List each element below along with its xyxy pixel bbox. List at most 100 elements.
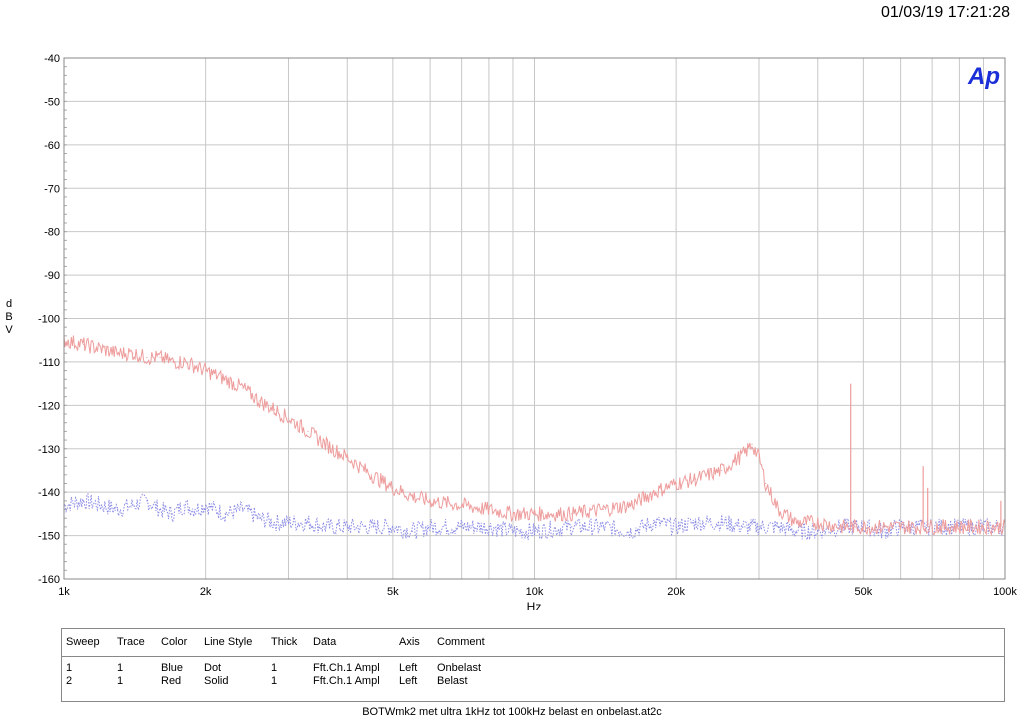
y-tick-label: -60	[44, 140, 60, 152]
data-point-onbelast	[205, 504, 207, 506]
data-point-onbelast	[744, 526, 746, 528]
legend-cell: 1	[117, 675, 124, 687]
data-point-belast	[205, 370, 207, 372]
data-point-onbelast	[488, 526, 490, 528]
data-point-onbelast	[183, 504, 185, 506]
legend-cell: 1	[271, 675, 278, 687]
data-point-onbelast	[258, 517, 260, 519]
x-axis-label: Hz	[527, 600, 542, 610]
y-tick-label: -160	[38, 574, 60, 586]
data-point-belast	[721, 469, 723, 472]
data-point-belast	[900, 526, 902, 528]
data-point-onbelast	[194, 508, 196, 511]
data-point-onbelast	[817, 530, 819, 532]
y-axis-label-letter: d	[5, 298, 13, 310]
y-axis-label-letter: B	[5, 311, 13, 323]
data-point-belast	[171, 361, 174, 363]
y-tick-label: -40	[44, 53, 60, 65]
data-point-belast	[931, 526, 933, 528]
legend-header-cell: Sweep	[66, 636, 100, 648]
y-axis-label: dBV	[2, 298, 16, 337]
legend-header-cell: Line Style	[204, 636, 253, 648]
data-point-belast	[146, 356, 148, 359]
y-tick-label: -140	[38, 487, 60, 499]
data-point-onbelast	[758, 526, 760, 528]
data-point-belast	[461, 504, 463, 506]
data-point-belast	[411, 495, 413, 498]
y-tick-label: -70	[44, 183, 60, 195]
data-point-belast	[392, 487, 394, 489]
x-tick-label: 50k	[854, 586, 872, 598]
data-point-onbelast	[721, 521, 723, 524]
data-point-onbelast	[370, 526, 372, 528]
data-point-onbelast	[533, 530, 536, 532]
x-tick-label: 1k	[58, 586, 70, 598]
data-point-belast	[512, 513, 514, 515]
legend-cell: 2	[66, 675, 73, 687]
legend-cell: Dot	[204, 662, 222, 674]
data-point-onbelast	[242, 508, 244, 511]
data-point-belast	[117, 352, 119, 354]
y-tick-label: -50	[44, 96, 60, 108]
legend-cell: 1	[66, 662, 73, 674]
data-point-belast	[854, 526, 856, 528]
legend-cell: Left	[399, 675, 418, 687]
data-point-onbelast	[159, 508, 161, 511]
x-tick-label: 5k	[387, 586, 399, 598]
data-point-belast	[325, 443, 327, 446]
data-point-onbelast	[602, 526, 604, 528]
data-point-onbelast	[325, 526, 327, 528]
data-point-belast	[629, 504, 632, 506]
data-point-belast	[533, 513, 536, 515]
data-point-onbelast	[512, 530, 514, 532]
data-point-belast	[751, 443, 753, 446]
y-axis-label-text: dBV	[2, 298, 16, 337]
data-point-belast	[224, 378, 226, 380]
legend-header: Sweep Trace Color Line Style Thick Data Axis Co…	[62, 629, 1004, 657]
data-point-belast	[765, 482, 767, 485]
data-point-onbelast	[882, 530, 884, 532]
data-point-belast	[945, 526, 947, 528]
data-point-belast	[194, 365, 196, 367]
legend-header-cell: Thick	[271, 636, 298, 648]
fft-chart: -40 -50 -60 -70 -80 -90 -100 -110 -120 -130 -140 -1…	[38, 53, 1017, 610]
data-point-belast	[916, 526, 918, 528]
legend-header-cell: Color	[161, 636, 188, 648]
data-point-belast	[982, 526, 985, 528]
data-point-onbelast	[461, 526, 463, 528]
data-point-onbelast	[571, 526, 573, 528]
legend-cell: Fft.Ch.1 Ampl	[313, 675, 380, 687]
data-point-onbelast	[100, 504, 102, 506]
y-tick-label: -100	[38, 314, 60, 326]
grid	[63, 57, 1006, 580]
data-point-belast	[346, 456, 348, 459]
legend-cell: Belast	[437, 675, 468, 687]
data-point-belast	[183, 361, 185, 363]
legend-table: Sweep Trace Color Line Style Thick Data Axis Co…	[61, 628, 1005, 702]
legend-cell: Blue	[161, 662, 184, 674]
data-point-belast	[971, 526, 973, 528]
data-point-belast	[287, 417, 290, 419]
data-point-belast	[777, 508, 780, 511]
data-point-belast	[307, 430, 309, 432]
data-point-belast	[744, 452, 746, 454]
data-point-belast	[882, 526, 884, 528]
y-tick-label: -150	[38, 531, 60, 543]
data-point-belast	[758, 456, 760, 459]
data-point-onbelast	[287, 521, 290, 524]
y-tick-label: -120	[38, 400, 60, 412]
data-point-belast	[993, 526, 996, 528]
data-point-belast	[82, 343, 85, 346]
legend-cell: 1	[271, 662, 278, 674]
data-point-onbelast	[82, 500, 85, 502]
caption: BOTWmk2 met ultra 1kHz tot 100kHz belast…	[362, 706, 662, 718]
data-point-onbelast	[146, 500, 148, 502]
data-point-onbelast	[273, 521, 275, 524]
data-point-belast	[132, 352, 134, 354]
data-point-onbelast	[654, 521, 656, 524]
legend-header-cell: Data	[313, 636, 337, 648]
data-point-belast	[258, 400, 260, 402]
y-tick-label: -80	[44, 227, 60, 239]
data-point-onbelast	[392, 526, 394, 528]
legend-header-cell: Trace	[117, 636, 145, 648]
